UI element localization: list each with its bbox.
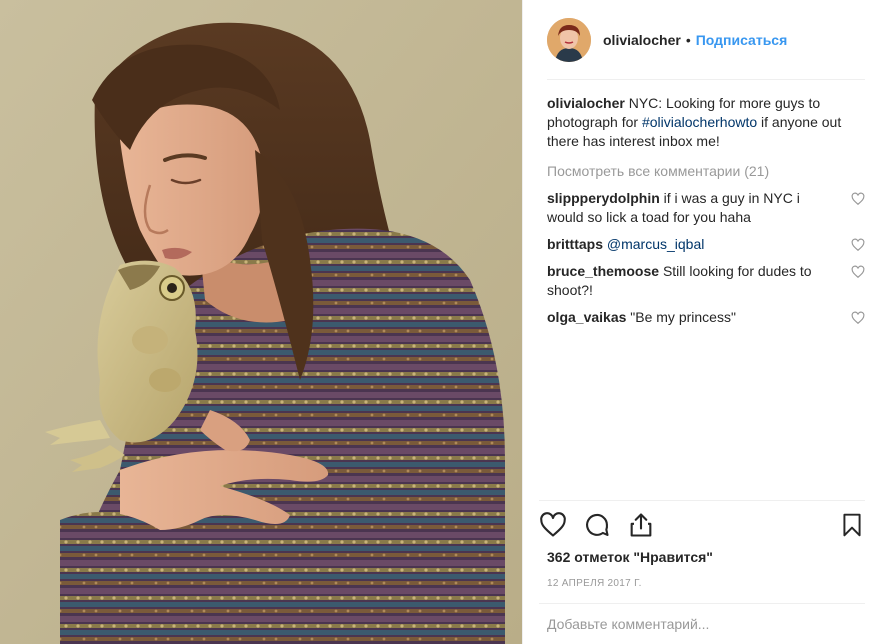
photo-man-kissing-toad bbox=[0, 0, 522, 644]
save-button[interactable] bbox=[839, 511, 865, 539]
comment-bubble-icon bbox=[586, 513, 609, 536]
caption-hashtag[interactable]: #olivialocherhowto bbox=[642, 114, 757, 130]
comments-section: olivialocher NYC: Looking for more guys … bbox=[523, 80, 881, 327]
comment-like-heart-icon[interactable] bbox=[851, 238, 865, 252]
add-comment-input[interactable] bbox=[539, 615, 865, 633]
comment-text: "Be my princess" bbox=[630, 309, 736, 325]
post-actions: 362 отметок "Нравится" 12 АПРЕЛЯ 2017 Г. bbox=[539, 500, 865, 589]
comment-like-heart-icon[interactable] bbox=[851, 311, 865, 325]
post-header: olivialocher • Подписаться bbox=[547, 0, 865, 80]
comment-like-heart-icon[interactable] bbox=[851, 265, 865, 279]
bookmark-icon bbox=[843, 513, 861, 537]
heart-icon bbox=[540, 512, 566, 537]
follow-button[interactable]: Подписаться bbox=[696, 32, 788, 48]
post-caption: olivialocher NYC: Looking for more guys … bbox=[547, 94, 865, 151]
comment-button[interactable] bbox=[583, 511, 611, 539]
comment-mention[interactable]: @marcus_iqbal bbox=[607, 236, 704, 252]
comment-username[interactable]: britttaps bbox=[547, 236, 603, 252]
avatar[interactable] bbox=[547, 17, 591, 62]
instagram-post: olivialocher • Подписаться olivialocher … bbox=[0, 0, 881, 644]
comment-item: olga_vaikas "Be my princess" bbox=[547, 308, 865, 327]
avatar-image bbox=[547, 17, 591, 62]
likes-count[interactable]: 362 отметок "Нравится" bbox=[539, 549, 865, 565]
comment-username[interactable]: slippperydolphin bbox=[547, 190, 660, 206]
share-button[interactable] bbox=[627, 511, 655, 539]
comment-username[interactable]: bruce_themoose bbox=[547, 263, 659, 279]
comment-username[interactable]: olga_vaikas bbox=[547, 309, 626, 325]
comment-like-heart-icon[interactable] bbox=[851, 192, 865, 206]
comment-item: britttaps @marcus_iqbal bbox=[547, 235, 865, 254]
comment-item: bruce_themoose Still looking for dudes t… bbox=[547, 262, 865, 300]
comment-item: slippperydolphin if i was a guy in NYC i… bbox=[547, 189, 865, 227]
like-button[interactable] bbox=[539, 511, 567, 539]
add-comment-bar bbox=[539, 603, 865, 644]
post-photo[interactable] bbox=[0, 0, 522, 644]
share-icon bbox=[630, 513, 652, 537]
action-icons-row bbox=[539, 509, 865, 541]
caption-username[interactable]: olivialocher bbox=[547, 95, 625, 111]
post-side-panel: olivialocher • Подписаться olivialocher … bbox=[522, 0, 881, 644]
header-separator: • bbox=[685, 31, 691, 48]
view-all-comments-link[interactable]: Посмотреть все комментарии (21) bbox=[547, 162, 865, 181]
post-date[interactable]: 12 АПРЕЛЯ 2017 Г. bbox=[539, 578, 865, 589]
author-username[interactable]: olivialocher bbox=[603, 32, 681, 48]
